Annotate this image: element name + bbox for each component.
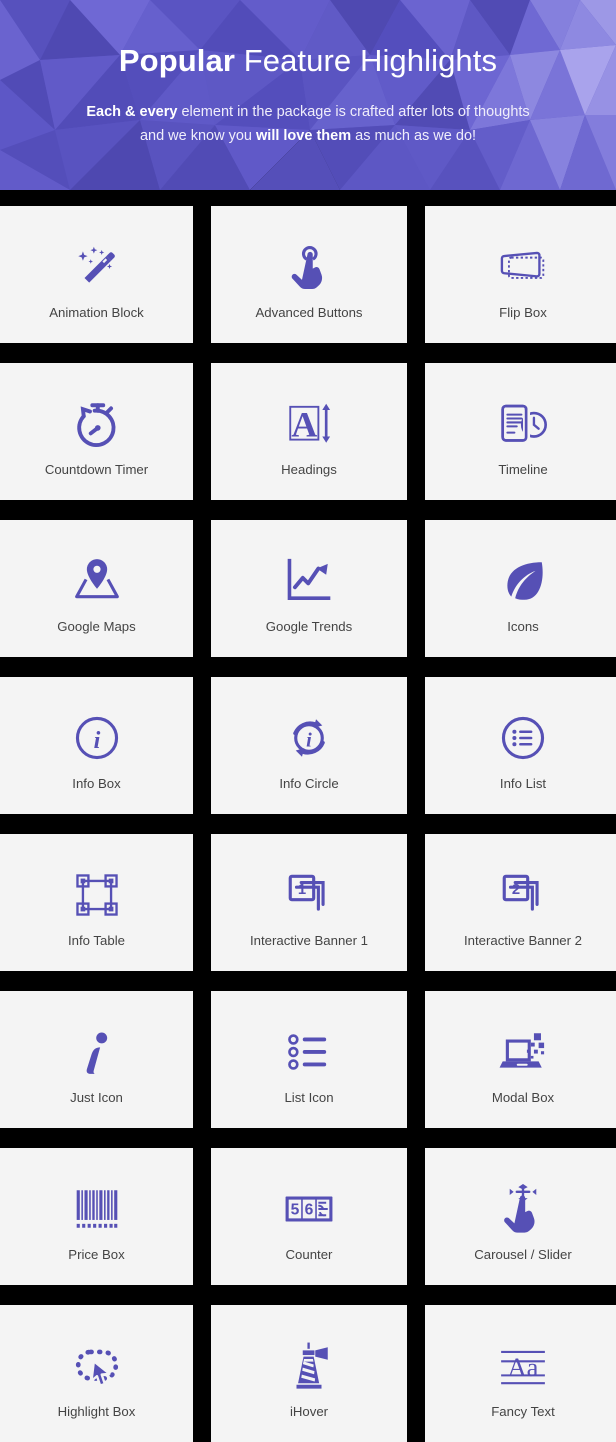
- feature-card[interactable]: Flip Box: [425, 206, 616, 343]
- lighthouse-icon: [217, 1335, 401, 1397]
- bullet-list-icon: [217, 1021, 401, 1083]
- leaf-icon: [431, 550, 615, 612]
- feature-card-label: Interactive Banner 2: [464, 932, 582, 949]
- feature-card-label: Info List: [500, 775, 546, 792]
- subtitle-text-1: element in the package is crafted after …: [177, 104, 529, 120]
- feature-card-label: Headings: [281, 461, 337, 478]
- feature-card[interactable]: Fancy Text: [425, 1305, 616, 1442]
- feature-card[interactable]: Info List: [425, 677, 616, 814]
- feature-card-label: Interactive Banner 1: [250, 932, 368, 949]
- feature-card-label: Info Circle: [279, 775, 338, 792]
- feature-card[interactable]: Timeline: [425, 363, 616, 500]
- bounding-box-handles-icon: [6, 864, 187, 926]
- feature-card-label: Animation Block: [49, 304, 144, 321]
- feature-grid: Animation Block Advanced Buttons Flip Box C…: [0, 190, 616, 1442]
- typography-aa-icon: [431, 1335, 615, 1397]
- counter-digits-icon: [217, 1178, 401, 1240]
- barcode-icon: [6, 1178, 187, 1240]
- feature-card-label: Fancy Text: [491, 1403, 555, 1420]
- feature-card[interactable]: List Icon: [211, 991, 407, 1128]
- feature-card-label: Just Icon: [70, 1089, 123, 1106]
- subtitle-bold-1: Each & every: [86, 104, 177, 120]
- list-circle-icon: [431, 707, 615, 769]
- subtitle-text-3: as much as we do!: [351, 128, 476, 144]
- document-clock-icon: [431, 393, 615, 455]
- feature-card-label: Flip Box: [499, 304, 547, 321]
- feature-card[interactable]: Animation Block: [0, 206, 193, 343]
- page-subtitle: Each & every element in the package is c…: [86, 101, 529, 148]
- magic-wand-icon: [6, 236, 187, 298]
- feature-card-label: Carousel / Slider: [474, 1246, 571, 1263]
- feature-card[interactable]: Headings: [211, 363, 407, 500]
- info-circle-outline-icon: [6, 707, 187, 769]
- feature-card-label: iHover: [290, 1403, 328, 1420]
- feature-card-label: Google Trends: [266, 618, 353, 635]
- feature-card[interactable]: Modal Box: [425, 991, 616, 1128]
- feature-card-label: Advanced Buttons: [255, 304, 362, 321]
- flip-box-icon: [431, 236, 615, 298]
- feature-card-label: Modal Box: [492, 1089, 554, 1106]
- click-hand-icon: [217, 236, 401, 298]
- hand-drag-icon: [431, 1178, 615, 1240]
- info-refresh-icon: [217, 707, 401, 769]
- dashed-select-cursor-icon: [6, 1335, 187, 1397]
- feature-card[interactable]: Advanced Buttons: [211, 206, 407, 343]
- feature-card-label: List Icon: [284, 1089, 333, 1106]
- subtitle-bold-2: will love them: [256, 128, 351, 144]
- feature-card[interactable]: iHover: [211, 1305, 407, 1442]
- trend-chart-icon: [217, 550, 401, 612]
- feature-card-label: Countdown Timer: [45, 461, 148, 478]
- feature-card-label: Icons: [507, 618, 539, 635]
- feature-card[interactable]: Highlight Box: [0, 1305, 193, 1442]
- feature-card[interactable]: Price Box: [0, 1148, 193, 1285]
- heading-letter-a-icon: [217, 393, 401, 455]
- feature-card[interactable]: Google Maps: [0, 520, 193, 657]
- feature-card[interactable]: Info Circle: [211, 677, 407, 814]
- feature-card-label: Counter: [286, 1246, 333, 1263]
- feature-card-label: Highlight Box: [58, 1403, 136, 1420]
- feature-card[interactable]: Carousel / Slider: [425, 1148, 616, 1285]
- feature-card[interactable]: Just Icon: [0, 991, 193, 1128]
- feature-card-label: Google Maps: [57, 618, 135, 635]
- banner-one-icon: [217, 864, 401, 926]
- feature-card-label: Timeline: [498, 461, 547, 478]
- feature-card-label: Info Table: [68, 932, 125, 949]
- hero-banner: Popular Feature Highlights Each & every …: [0, 0, 616, 190]
- feature-card[interactable]: Icons: [425, 520, 616, 657]
- feature-card[interactable]: Google Trends: [211, 520, 407, 657]
- letter-i-icon: [6, 1021, 187, 1083]
- feature-card[interactable]: Counter: [211, 1148, 407, 1285]
- laptop-pixels-icon: [431, 1021, 615, 1083]
- feature-card-label: Info Box: [72, 775, 120, 792]
- feature-card[interactable]: Info Table: [0, 834, 193, 971]
- page-title-bold: Popular: [119, 43, 235, 78]
- feature-highlights-page: Popular Feature Highlights Each & every …: [0, 0, 616, 1389]
- page-title-rest: Feature Highlights: [235, 43, 497, 78]
- stopwatch-icon: [6, 393, 187, 455]
- feature-card[interactable]: Interactive Banner 2: [425, 834, 616, 971]
- subtitle-text-2: and we know you: [140, 128, 256, 144]
- page-title: Popular Feature Highlights: [119, 42, 497, 79]
- banner-two-icon: [431, 864, 615, 926]
- feature-card[interactable]: Countdown Timer: [0, 363, 193, 500]
- feature-card[interactable]: Info Box: [0, 677, 193, 814]
- map-pin-icon: [6, 550, 187, 612]
- feature-card[interactable]: Interactive Banner 1: [211, 834, 407, 971]
- feature-card-label: Price Box: [68, 1246, 124, 1263]
